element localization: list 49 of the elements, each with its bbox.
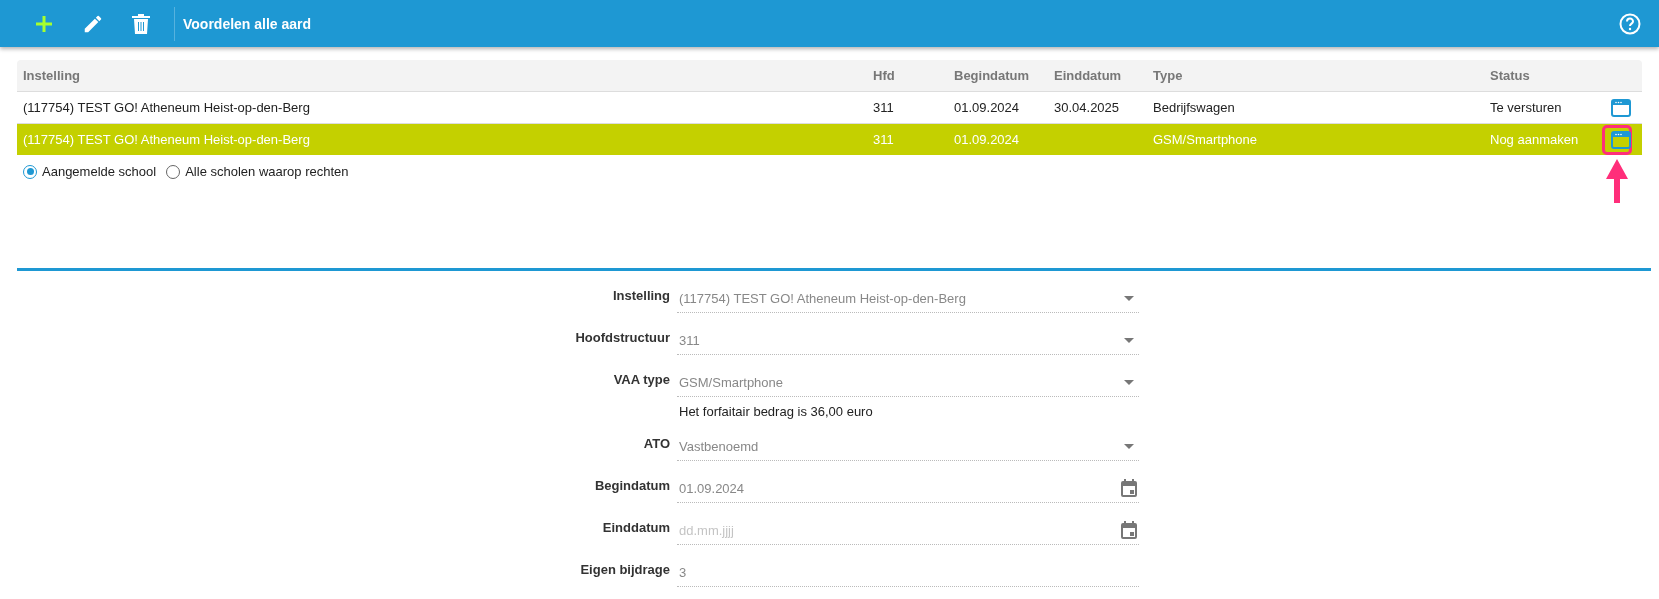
window-icon xyxy=(1611,130,1631,149)
field-label: VAA type xyxy=(612,371,670,389)
trash-icon xyxy=(132,12,150,35)
table-cell-text: 30.04.2025 xyxy=(1053,100,1121,115)
hint-text: Het forfaitair bedrag is 36,00 euro xyxy=(678,404,874,419)
dropdown-field[interactable]: 311 xyxy=(677,326,1139,355)
column-header: Hfd xyxy=(872,68,896,83)
dropdown-caret-icon xyxy=(1124,443,1134,449)
column-header: Einddatum xyxy=(1053,68,1123,83)
table-cell-text: (117754) TEST GO! Atheneum Heist-op-den-Berg xyxy=(22,100,311,115)
input-field[interactable]: 3 xyxy=(677,558,1139,587)
table-cell-text: Bedrijfswagen xyxy=(1152,100,1236,115)
table-cell-text: 311 xyxy=(872,132,895,147)
table-cell-text: Nog aanmaken xyxy=(1489,132,1580,147)
field-label: Begindatum xyxy=(593,477,670,495)
field-label: Hoofdstructuur xyxy=(574,329,670,347)
calendar-icon xyxy=(1121,479,1137,497)
dropdown-caret-icon xyxy=(1124,295,1134,301)
table-cell-text: 01.09.2024 xyxy=(953,100,1021,115)
column-header: Begindatum xyxy=(953,68,1031,83)
dropdown-caret-icon xyxy=(1124,337,1134,343)
help-icon xyxy=(1619,12,1641,35)
field-label: Instelling xyxy=(611,287,670,305)
dropdown-caret-icon xyxy=(1124,379,1134,385)
radio-option[interactable]: Aangemelde school xyxy=(23,164,157,179)
table-cell-text: 311 xyxy=(872,100,895,115)
column-header: Status xyxy=(1489,68,1531,83)
column-header: Instelling xyxy=(22,68,82,83)
date-field[interactable]: 01.09.2024 xyxy=(677,474,1139,503)
table-cell-text: GSM/Smartphone xyxy=(1152,132,1259,147)
window-icon xyxy=(1611,98,1631,117)
dropdown-field[interactable]: GSM/Smartphone xyxy=(677,368,1139,397)
dropdown-field[interactable]: (117754) TEST GO! Atheneum Heist-op-den-Berg xyxy=(677,284,1139,313)
calendar-icon xyxy=(1121,521,1137,539)
open-button[interactable] xyxy=(1611,130,1631,149)
table-cell-text: (117754) TEST GO! Atheneum Heist-op-den-Berg xyxy=(22,132,311,147)
field-label: Eigen bijdrage xyxy=(579,561,670,579)
column-header: Type xyxy=(1152,68,1184,83)
plus-icon xyxy=(34,13,54,34)
page-title: Voordelen alle aard xyxy=(183,15,312,32)
arrow-icon xyxy=(1606,159,1628,203)
radio-option[interactable]: Alle scholen waarop rechten xyxy=(166,164,349,179)
field-label: Einddatum xyxy=(601,519,670,537)
help-button[interactable] xyxy=(1619,12,1641,35)
dropdown-field[interactable]: Vastbenoemd xyxy=(677,432,1139,461)
field-label: ATO xyxy=(642,435,670,453)
table-cell-text: 01.09.2024 xyxy=(953,132,1021,147)
table-cell-text: Te versturen xyxy=(1489,100,1563,115)
open-button[interactable] xyxy=(1611,98,1631,117)
